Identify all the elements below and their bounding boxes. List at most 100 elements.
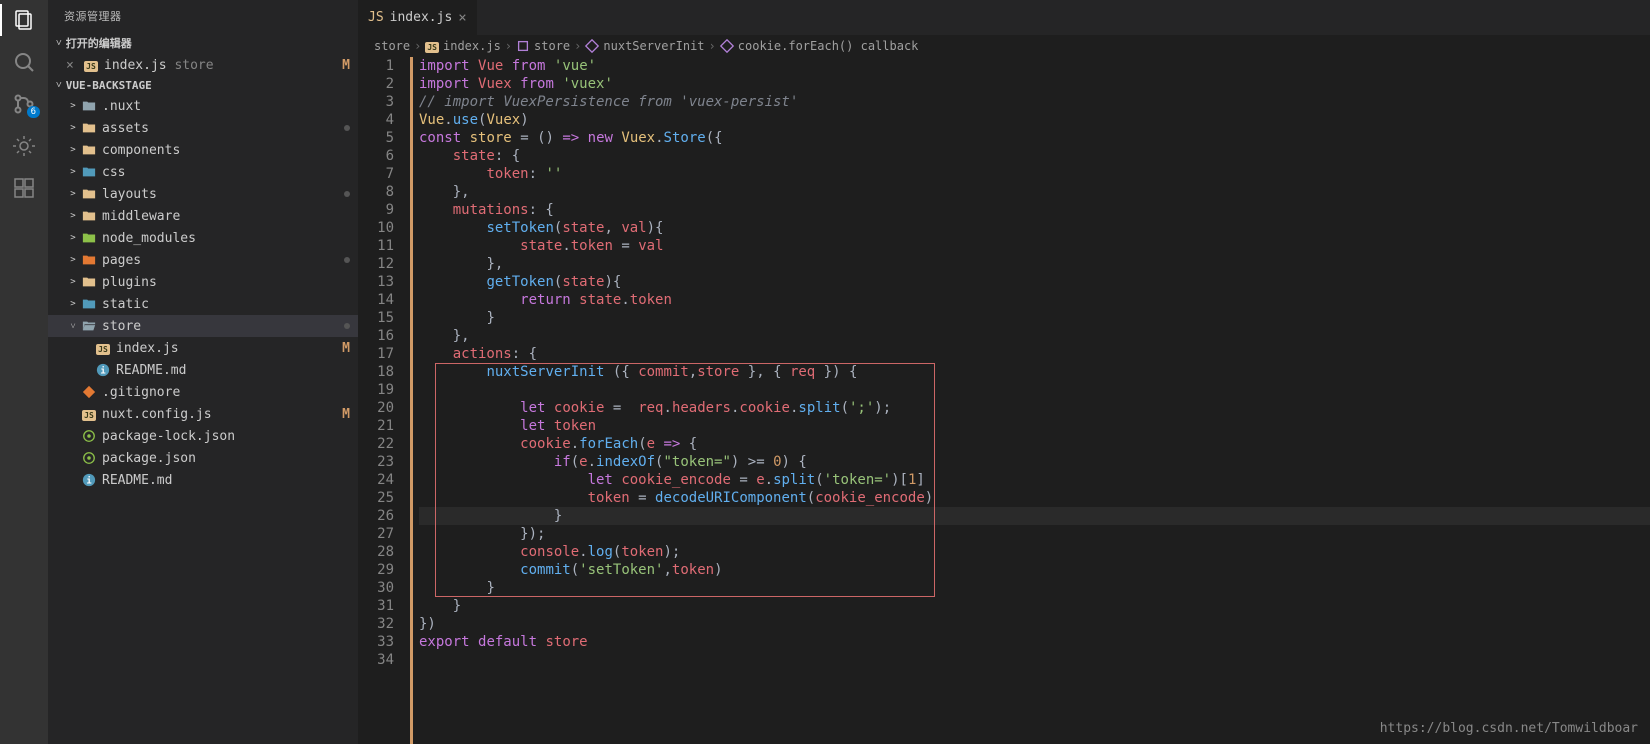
project-header[interactable]: ˅VUE-BACKSTAGE: [48, 76, 358, 95]
code-line[interactable]: token: '': [419, 165, 1650, 183]
code-line[interactable]: }: [419, 507, 1650, 525]
file-label: middleware: [102, 209, 350, 224]
breadcrumb-item[interactable]: store: [374, 39, 410, 53]
chevron-icon: >: [66, 299, 80, 309]
chevron-icon: >: [66, 211, 80, 221]
file-label: README.md: [116, 363, 350, 378]
code-line[interactable]: cookie.forEach(e => {: [419, 435, 1650, 453]
code-line[interactable]: token = decodeURIComponent(cookie_encode…: [419, 489, 1650, 507]
chevron-icon: ˅: [66, 321, 80, 332]
code-line[interactable]: const store = () => new Vuex.Store({: [419, 129, 1650, 147]
code-line[interactable]: state.token = val: [419, 237, 1650, 255]
chevron-icon: >: [66, 145, 80, 155]
dirty-dot: [344, 191, 350, 197]
close-icon[interactable]: ×: [66, 58, 82, 73]
dirty-dot: [344, 125, 350, 131]
tree-item[interactable]: >node_modules: [48, 227, 358, 249]
file-icon: i: [80, 473, 98, 488]
code-line[interactable]: state: {: [419, 147, 1650, 165]
debug-icon[interactable]: [12, 134, 36, 158]
file-label: plugins: [102, 275, 350, 290]
sidebar-title: 资源管理器: [48, 0, 358, 32]
code-line[interactable]: }: [419, 597, 1650, 615]
dirty-dot: [344, 323, 350, 329]
code-line[interactable]: }): [419, 615, 1650, 633]
tree-item[interactable]: > components: [48, 139, 358, 161]
tree-item[interactable]: JSnuxt.config.jsM: [48, 403, 358, 425]
chevron-icon: >: [66, 167, 80, 177]
tree-item[interactable]: iREADME.md: [48, 469, 358, 491]
file-label: index.js store: [104, 58, 338, 73]
tab-index-js[interactable]: JS index.js ×: [358, 0, 478, 35]
code-line[interactable]: }: [419, 309, 1650, 327]
tree-item[interactable]: >css: [48, 161, 358, 183]
code-line[interactable]: nuxtServerInit ({ commit,store }, { req …: [419, 363, 1650, 381]
code-line[interactable]: [419, 651, 1650, 669]
chevron-icon: >: [66, 255, 80, 265]
breadcrumb-item[interactable]: JSindex.js: [425, 39, 500, 53]
code-line[interactable]: let cookie_encode = e.split('token=')[1]: [419, 471, 1650, 489]
code-line[interactable]: getToken(state){: [419, 273, 1650, 291]
code-line[interactable]: // import VuexPersistence from 'vuex-per…: [419, 93, 1650, 111]
open-editors-list: ×JSindex.js storeM: [48, 54, 358, 76]
breadcrumbs[interactable]: store›JSindex.js›store›nuxtServerInit›co…: [358, 35, 1650, 57]
code-line[interactable]: },: [419, 255, 1650, 273]
tree-item[interactable]: ˅store: [48, 315, 358, 337]
file-icon: [80, 429, 98, 444]
file-label: layouts: [102, 187, 338, 202]
tree-item[interactable]: package-lock.json: [48, 425, 358, 447]
code-line[interactable]: commit('setToken',token): [419, 561, 1650, 579]
code-line[interactable]: }: [419, 579, 1650, 597]
code-line[interactable]: import Vue from 'vue': [419, 57, 1650, 75]
code-line[interactable]: let token: [419, 417, 1650, 435]
tree-item[interactable]: JSindex.jsM: [48, 337, 358, 359]
code-line[interactable]: },: [419, 183, 1650, 201]
tree-item[interactable]: >layouts: [48, 183, 358, 205]
file-icon: [80, 209, 98, 224]
search-icon[interactable]: [12, 50, 36, 74]
code-line[interactable]: console.log(token);: [419, 543, 1650, 561]
tree-item[interactable]: >assets: [48, 117, 358, 139]
code-line[interactable]: setToken(state, val){: [419, 219, 1650, 237]
file-icon: [80, 231, 98, 246]
tree-item[interactable]: >pages: [48, 249, 358, 271]
code-content[interactable]: import Vue from 'vue'import Vuex from 'v…: [413, 57, 1650, 744]
breadcrumb-item[interactable]: store: [516, 39, 570, 54]
file-icon: [80, 187, 98, 202]
code-line[interactable]: import Vuex from 'vuex': [419, 75, 1650, 93]
code-line[interactable]: mutations: {: [419, 201, 1650, 219]
code-line[interactable]: return state.token: [419, 291, 1650, 309]
extensions-icon[interactable]: [12, 176, 36, 200]
tree-item[interactable]: > middleware: [48, 205, 358, 227]
tree-item[interactable]: >static: [48, 293, 358, 315]
code-line[interactable]: let cookie = req.headers.cookie.split(';…: [419, 399, 1650, 417]
code-line[interactable]: export default store: [419, 633, 1650, 651]
file-icon: JS: [94, 341, 112, 356]
code-line[interactable]: if(e.indexOf("token=") >= 0) {: [419, 453, 1650, 471]
code-line[interactable]: });: [419, 525, 1650, 543]
close-icon[interactable]: ×: [458, 10, 466, 26]
file-label: components: [102, 143, 350, 158]
tree-item[interactable]: .gitignore: [48, 381, 358, 403]
source-control-icon[interactable]: 6: [12, 92, 36, 116]
file-icon: [80, 385, 98, 400]
tree-item[interactable]: >plugins: [48, 271, 358, 293]
code-line[interactable]: Vue.use(Vuex): [419, 111, 1650, 129]
code-line[interactable]: },: [419, 327, 1650, 345]
file-label: nuxt.config.js: [102, 407, 338, 422]
open-editors-header[interactable]: ˅打开的编辑器: [48, 32, 358, 54]
line-gutter: 1234567891011121314151617181920212223242…: [358, 57, 408, 744]
tree-item[interactable]: >.nuxt: [48, 95, 358, 117]
code-line[interactable]: actions: {: [419, 345, 1650, 363]
activity-bar: 6: [0, 0, 48, 744]
tree-item[interactable]: package.json: [48, 447, 358, 469]
breadcrumb-item[interactable]: cookie.forEach() callback: [720, 39, 919, 54]
code-line[interactable]: [419, 381, 1650, 399]
open-editor-item[interactable]: ×JSindex.js storeM: [48, 54, 358, 76]
tree-item[interactable]: iREADME.md: [48, 359, 358, 381]
file-label: package-lock.json: [102, 429, 350, 444]
explorer-icon[interactable]: [12, 8, 36, 32]
code-editor[interactable]: 1234567891011121314151617181920212223242…: [358, 57, 1650, 744]
file-icon: JS: [80, 407, 98, 422]
breadcrumb-item[interactable]: nuxtServerInit: [585, 39, 704, 54]
